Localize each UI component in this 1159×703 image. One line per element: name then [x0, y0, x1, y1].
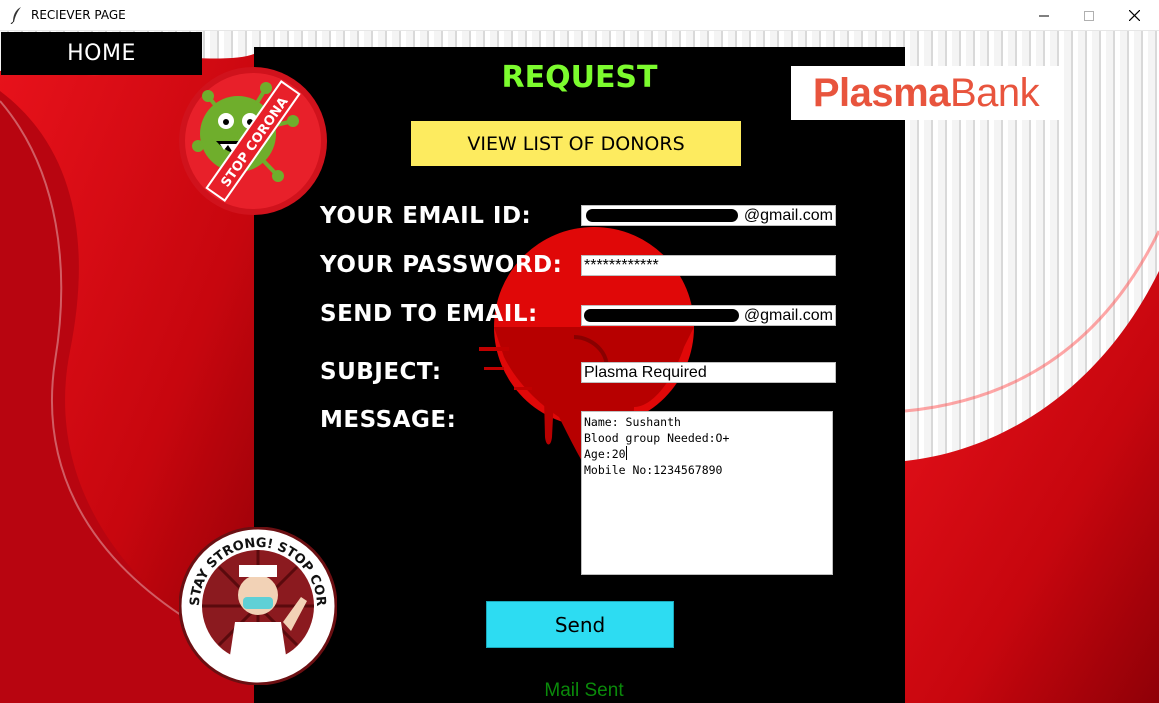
feather-icon — [10, 7, 21, 24]
text-caret — [625, 446, 627, 460]
subject-field[interactable]: Plasma Required — [581, 362, 836, 383]
close-icon — [1128, 10, 1140, 21]
title-bar: RECIEVER PAGE — [0, 0, 1159, 31]
minimize-button[interactable] — [1021, 0, 1067, 31]
message-line: Blood group Needed:O+ — [584, 431, 730, 445]
subject-label: SUBJECT: — [320, 359, 442, 385]
subject-field-value: Plasma Required — [584, 364, 707, 381]
maximize-icon — [1084, 10, 1094, 21]
message-label: MESSAGE: — [320, 407, 457, 433]
message-line: Name: Sushanth — [584, 415, 681, 429]
send-to-field-value: @gmail.com — [743, 307, 833, 324]
send-to-label: SEND TO EMAIL: — [320, 301, 538, 327]
redaction-mark — [584, 309, 739, 322]
password-field-value: ************ — [584, 257, 659, 274]
message-textarea[interactable]: Name: Sushanth Blood group Needed:O+ Age… — [581, 411, 833, 575]
home-button[interactable]: HOME — [1, 32, 202, 75]
email-field-value: @gmail.com — [743, 207, 833, 224]
message-line: Mobile No:1234567890 — [584, 463, 723, 477]
close-button[interactable] — [1111, 0, 1157, 31]
minimize-icon — [1039, 15, 1049, 16]
send-button[interactable]: Send — [486, 601, 674, 648]
redaction-mark — [586, 209, 738, 222]
window-title: RECIEVER PAGE — [31, 8, 126, 22]
view-donors-button[interactable]: VIEW LIST OF DONORS — [411, 121, 741, 166]
message-line: Age:20 — [584, 446, 627, 461]
plasmabank-logo: Plasma Bank — [791, 66, 1061, 120]
email-label: YOUR EMAIL ID: — [320, 203, 532, 229]
status-message: Mail Sent — [544, 680, 624, 701]
maximize-button[interactable] — [1066, 0, 1112, 31]
password-field[interactable]: ************ — [581, 255, 836, 276]
stop-corona-badge: STOP CORONA — [179, 67, 327, 215]
password-label: YOUR PASSWORD: — [320, 252, 563, 278]
stay-strong-badge: STAY STRONG! STOP CORONAVIRUS! — [179, 527, 337, 685]
